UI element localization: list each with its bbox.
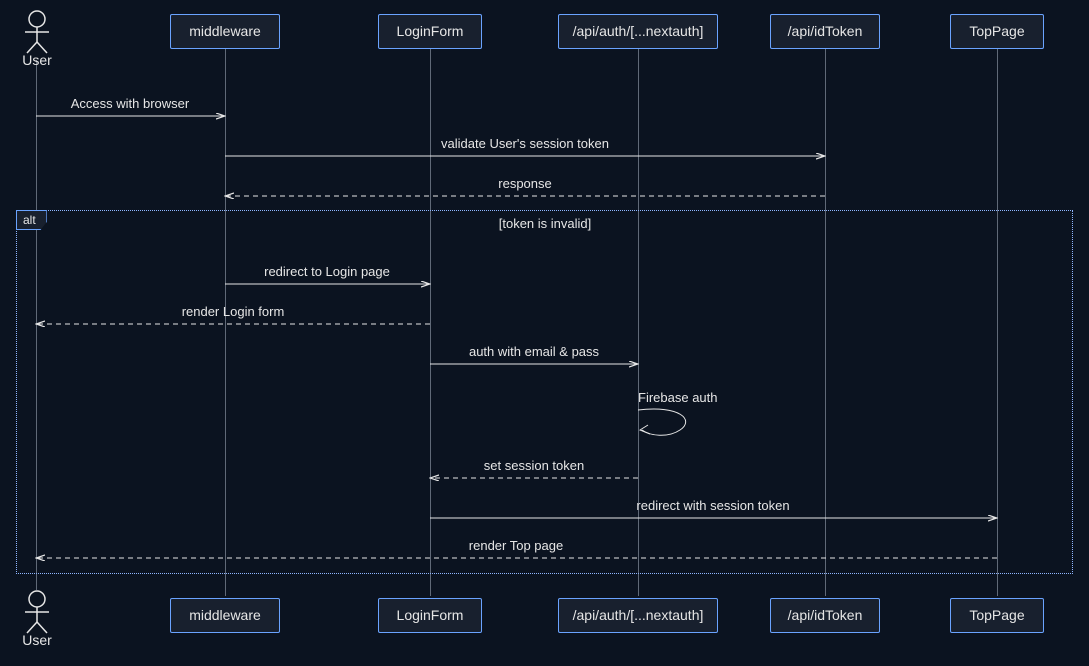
- participant-apiauth-bottom: /api/auth/[...nextauth]: [558, 598, 718, 633]
- msg-redirect-login-page: redirect to Login page: [264, 264, 390, 279]
- msg-auth-email-pass: auth with email & pass: [469, 344, 599, 359]
- participant-middleware-top: middleware: [170, 14, 280, 49]
- actor-user-top-label: User: [20, 52, 54, 68]
- actor-user-bottom-label: User: [20, 632, 54, 648]
- participant-loginform-top: LoginForm: [378, 14, 482, 49]
- msg-render-login-form: render Login form: [182, 304, 285, 319]
- actor-user-top: User: [20, 10, 54, 68]
- participant-middleware-bottom: middleware: [170, 598, 280, 633]
- msg-firebase-auth: Firebase auth: [638, 390, 718, 405]
- participant-apiauth-top: /api/auth/[...nextauth]: [558, 14, 718, 49]
- alt-condition: [token is invalid]: [499, 216, 592, 231]
- participant-apiidtoken-bottom: /api/idToken: [770, 598, 880, 633]
- participant-toppage-top: TopPage: [950, 14, 1044, 49]
- msg-validate-session-token: validate User's session token: [441, 136, 609, 151]
- participant-loginform-bottom: LoginForm: [378, 598, 482, 633]
- participant-toppage-bottom: TopPage: [950, 598, 1044, 633]
- msg-render-top-page: render Top page: [469, 538, 563, 553]
- actor-user-bottom: User: [20, 590, 54, 648]
- msg-redirect-with-session-token: redirect with session token: [636, 498, 789, 513]
- participant-apiidtoken-top: /api/idToken: [770, 14, 880, 49]
- msg-access-with-browser: Access with browser: [71, 96, 189, 111]
- alt-tag: alt: [16, 210, 47, 230]
- alt-fragment: [16, 210, 1073, 574]
- msg-response: response: [498, 176, 551, 191]
- msg-set-session-token: set session token: [484, 458, 584, 473]
